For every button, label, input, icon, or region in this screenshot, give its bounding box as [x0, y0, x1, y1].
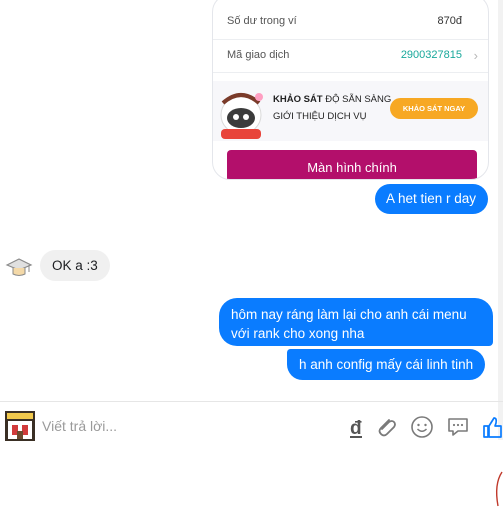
message-text-line1: hôm nay ráng làm lại cho anh cái menu [231, 307, 467, 322]
survey-now-button[interactable]: KHẢO SÁT NGAY [390, 98, 478, 119]
transaction-label: Mã giao dịch [227, 49, 290, 61]
transaction-row: Mã giao dịch 2900327815 › [213, 39, 488, 72]
message-text-line2: với rank cho xong nha [231, 326, 365, 341]
message-text: OK a :3 [52, 258, 98, 273]
balance-value: 870đ [437, 15, 462, 27]
payment-icon[interactable]: đ [343, 414, 369, 440]
survey-banner: KHẢO SÁT ĐỘ SẴN SÀNG GIỚI THIỆU DỊCH VỤ … [213, 81, 488, 141]
message-text: A het tien r day [386, 191, 477, 206]
outgoing-message[interactable]: A het tien r day [375, 184, 489, 214]
transaction-value: 2900327815 [400, 49, 462, 61]
chevron-right-icon: › [473, 48, 478, 63]
contact-avatar[interactable] [4, 254, 34, 280]
incoming-message[interactable]: OK a :3 [40, 250, 110, 281]
balance-row: Số dư trong ví 870đ [213, 5, 488, 38]
survey-subtitle: GIỚI THIỆU DỊCH VỤ [273, 111, 367, 122]
survey-title-rest: ĐỘ SẴN SÀNG [322, 94, 392, 105]
outgoing-message[interactable]: h anh config mấy cái linh tinh [287, 349, 486, 380]
shared-image-card[interactable]: Số dư trong ví 870đ Mã giao dịch 2900327… [212, 0, 489, 180]
scrollbar[interactable] [498, 0, 503, 440]
mascot-icon [220, 93, 263, 139]
main-screen-button[interactable]: Màn hình chính [227, 150, 477, 179]
svg-text:đ: đ [350, 418, 362, 439]
survey-title-bold: KHẢO SÁT [273, 94, 323, 105]
paperclip-icon[interactable] [373, 414, 399, 440]
message-text: h anh config mấy cái linh tinh [299, 357, 474, 372]
outgoing-message[interactable]: hôm nay ráng làm lại cho anh cái menu vớ… [219, 298, 493, 346]
annotation-stroke [495, 471, 503, 507]
reply-input[interactable]: Viết trả lời... [42, 418, 117, 434]
balance-label: Số dư trong ví [227, 15, 297, 27]
divider [213, 72, 488, 73]
emoji-icon[interactable] [409, 414, 435, 440]
like-icon[interactable] [480, 414, 503, 440]
composer-divider [0, 401, 503, 402]
user-avatar[interactable] [5, 411, 35, 441]
sticker-icon[interactable] [445, 414, 471, 440]
